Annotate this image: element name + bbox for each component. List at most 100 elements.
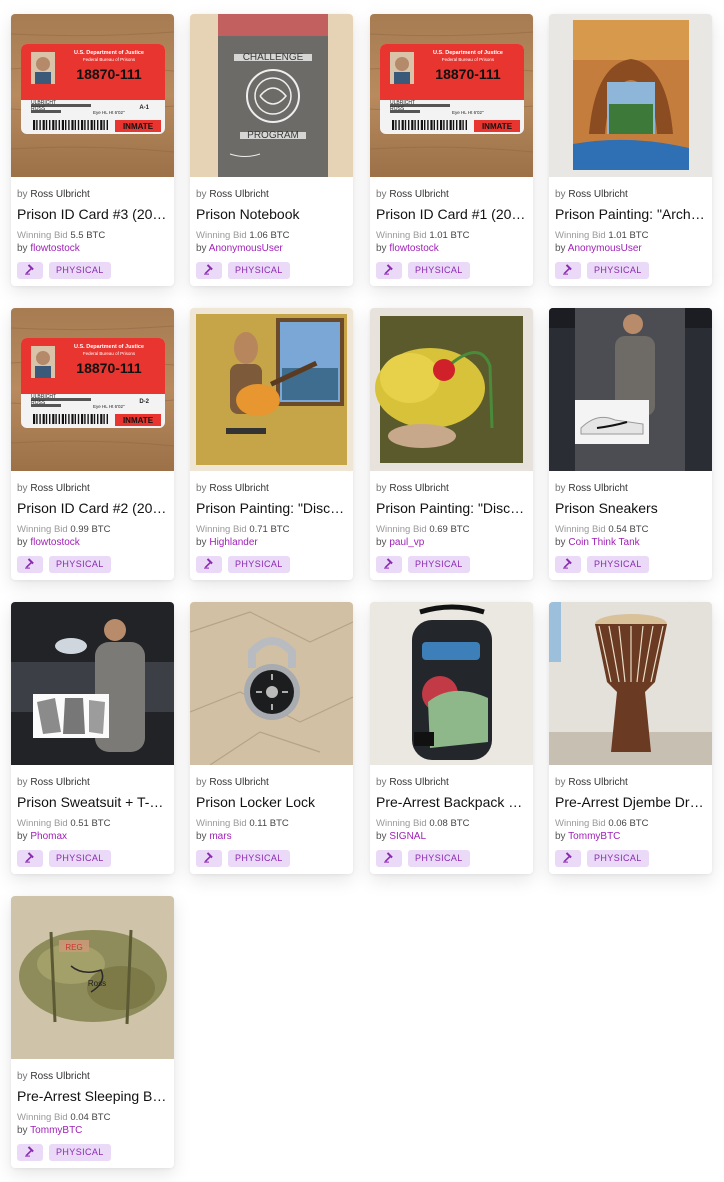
by-prefix: by bbox=[555, 189, 566, 200]
item-title[interactable]: Prison Notebook bbox=[196, 206, 348, 222]
item-thumbnail[interactable] bbox=[549, 602, 712, 765]
bidder-link[interactable]: paul_vp bbox=[389, 537, 424, 548]
auction-hammer-button[interactable] bbox=[555, 850, 581, 867]
bidder-link[interactable]: flowtostock bbox=[389, 243, 438, 254]
item-thumbnail[interactable]: U.S. Department of Justice Federal Bureau… bbox=[11, 308, 174, 471]
artist-name[interactable]: Ross Ulbricht bbox=[209, 189, 268, 200]
item-title[interactable]: Pre-Arrest Sleeping B… bbox=[17, 1088, 169, 1104]
winning-bid-value: 0.11 BTC bbox=[249, 818, 289, 829]
bidder-link[interactable]: TommyBTC bbox=[568, 831, 620, 842]
item-title[interactable]: Prison ID Card #1 (201… bbox=[376, 206, 528, 222]
bidder-link[interactable]: AnonymousUser bbox=[209, 243, 283, 254]
item-title[interactable]: Prison ID Card #2 (20… bbox=[17, 500, 169, 516]
auction-hammer-button[interactable] bbox=[376, 850, 402, 867]
by-prefix: by bbox=[376, 777, 387, 788]
item-thumbnail[interactable] bbox=[370, 602, 533, 765]
auction-card[interactable]: REG Ross by Ross Ulbricht Pre-Arrest Slee… bbox=[11, 896, 174, 1168]
artist-name[interactable]: Ross Ulbricht bbox=[209, 777, 268, 788]
winning-bid-line: Winning Bid 0.69 BTC bbox=[376, 524, 469, 535]
item-title[interactable]: Prison Sweatsuit + T-S… bbox=[17, 794, 169, 810]
winning-bid-line: Winning Bid 0.08 BTC bbox=[376, 818, 469, 829]
bidder-link[interactable]: mars bbox=[209, 831, 231, 842]
artist-name[interactable]: Ross Ulbricht bbox=[389, 483, 448, 494]
id-subheader-text: Federal Bureau of Prisons bbox=[442, 57, 495, 62]
artist-name[interactable]: Ross Ulbricht bbox=[568, 189, 627, 200]
artist-line: by Ross Ulbricht bbox=[555, 189, 628, 200]
item-thumbnail[interactable] bbox=[190, 602, 353, 765]
bidder-link[interactable]: TommyBTC bbox=[30, 1125, 82, 1136]
bidder-link[interactable]: Coin Think Tank bbox=[568, 537, 639, 548]
item-title[interactable]: Pre-Arrest Djembe Dr… bbox=[555, 794, 707, 810]
item-title[interactable]: Prison ID Card #3 (20… bbox=[17, 206, 169, 222]
item-thumbnail[interactable] bbox=[370, 308, 533, 471]
auction-card[interactable]: U.S. Department of Justice Federal Bureau… bbox=[370, 14, 533, 286]
auction-card[interactable]: by Ross Ulbricht Prison Painting: "Arch…… bbox=[549, 14, 712, 286]
item-thumbnail[interactable]: CHALLENGE PROGRAM bbox=[190, 14, 353, 177]
gavel-icon bbox=[24, 556, 36, 574]
item-thumbnail[interactable]: REG Ross bbox=[11, 896, 174, 1059]
physical-badge: PHYSICAL bbox=[587, 850, 649, 867]
item-thumbnail[interactable]: U.S. Department of Justice Federal Bureau… bbox=[11, 14, 174, 177]
auction-card[interactable]: U.S. Department of Justice Federal Bureau… bbox=[11, 14, 174, 286]
artist-name[interactable]: Ross Ulbricht bbox=[30, 777, 89, 788]
item-title[interactable]: Prison Locker Lock bbox=[196, 794, 348, 810]
winning-bid-line: Winning Bid 5.5 BTC bbox=[17, 230, 105, 241]
auction-hammer-button[interactable] bbox=[555, 262, 581, 279]
auction-card[interactable]: U.S. Department of Justice Federal Bureau… bbox=[11, 308, 174, 580]
item-thumbnail[interactable] bbox=[549, 308, 712, 471]
artist-line: by Ross Ulbricht bbox=[196, 777, 269, 788]
item-thumbnail[interactable] bbox=[549, 14, 712, 177]
auction-card[interactable]: by Ross Ulbricht Prison Painting: "Disca… bbox=[370, 308, 533, 580]
auction-hammer-button[interactable] bbox=[17, 262, 43, 279]
bidder-link[interactable]: AnonymousUser bbox=[568, 243, 642, 254]
bidder-link[interactable]: flowtostock bbox=[30, 537, 79, 548]
artist-name[interactable]: Ross Ulbricht bbox=[568, 777, 627, 788]
auction-card[interactable]: by Ross Ulbricht Prison Sweatsuit + T-S…… bbox=[11, 602, 174, 874]
item-title[interactable]: Prison Painting: "Arch… bbox=[555, 206, 707, 222]
item-title[interactable]: Prison Painting: "Disco… bbox=[196, 500, 348, 516]
auction-hammer-button[interactable] bbox=[376, 556, 402, 573]
auction-card[interactable]: by Ross Ulbricht Prison Painting: "Disco… bbox=[190, 308, 353, 580]
winning-bid-line: Winning Bid 0.54 BTC bbox=[555, 524, 648, 535]
auction-card[interactable]: by Ross Ulbricht Prison Sneakers Winning… bbox=[549, 308, 712, 580]
by-prefix: by bbox=[196, 537, 207, 548]
item-thumbnail[interactable]: U.S. Department of Justice Federal Bureau… bbox=[370, 14, 533, 177]
item-thumbnail[interactable] bbox=[190, 308, 353, 471]
auction-hammer-button[interactable] bbox=[376, 262, 402, 279]
artist-name[interactable]: Ross Ulbricht bbox=[209, 483, 268, 494]
auction-card[interactable]: by Ross Ulbricht Prison Locker Lock Winn… bbox=[190, 602, 353, 874]
auction-hammer-button[interactable] bbox=[17, 1144, 43, 1161]
bidder-link[interactable]: SIGNAL bbox=[389, 831, 426, 842]
bidder-line: by flowtostock bbox=[17, 243, 80, 254]
item-title[interactable]: Prison Sneakers bbox=[555, 500, 707, 516]
artist-name[interactable]: Ross Ulbricht bbox=[30, 1071, 89, 1082]
by-prefix: by bbox=[376, 483, 387, 494]
auction-card[interactable]: by Ross Ulbricht Pre-Arrest Djembe Dr… W… bbox=[549, 602, 712, 874]
auction-hammer-button[interactable] bbox=[196, 850, 222, 867]
item-title[interactable]: Prison Painting: "Disca… bbox=[376, 500, 528, 516]
by-prefix: by bbox=[196, 831, 207, 842]
artist-name[interactable]: Ross Ulbricht bbox=[389, 189, 448, 200]
id-number-text: 18870-111 bbox=[435, 66, 501, 82]
bidder-link[interactable]: Highlander bbox=[209, 537, 257, 548]
id-detail-text: Eye HL Ht 6'02" bbox=[452, 110, 484, 115]
bidder-link[interactable]: Phomax bbox=[30, 831, 67, 842]
item-thumbnail[interactable] bbox=[11, 602, 174, 765]
auction-hammer-button[interactable] bbox=[196, 262, 222, 279]
artist-name[interactable]: Ross Ulbricht bbox=[30, 189, 89, 200]
by-prefix: by bbox=[17, 1071, 28, 1082]
auction-hammer-button[interactable] bbox=[196, 556, 222, 573]
item-title[interactable]: Pre-Arrest Backpack … bbox=[376, 794, 528, 810]
artist-name[interactable]: Ross Ulbricht bbox=[389, 777, 448, 788]
auction-hammer-button[interactable] bbox=[17, 556, 43, 573]
auction-hammer-button[interactable] bbox=[17, 850, 43, 867]
auction-hammer-button[interactable] bbox=[555, 556, 581, 573]
artist-name[interactable]: Ross Ulbricht bbox=[568, 483, 627, 494]
bidder-link[interactable]: flowtostock bbox=[30, 243, 79, 254]
winning-bid-value: 1.01 BTC bbox=[608, 230, 649, 241]
artist-name[interactable]: Ross Ulbricht bbox=[30, 483, 89, 494]
physical-badge: PHYSICAL bbox=[49, 556, 111, 573]
auction-card[interactable]: CHALLENGE PROGRAM by Ross Ulbricht Prison… bbox=[190, 14, 353, 286]
auction-card[interactable]: by Ross Ulbricht Pre-Arrest Backpack … W… bbox=[370, 602, 533, 874]
winning-bid-value: 0.08 BTC bbox=[429, 818, 470, 829]
